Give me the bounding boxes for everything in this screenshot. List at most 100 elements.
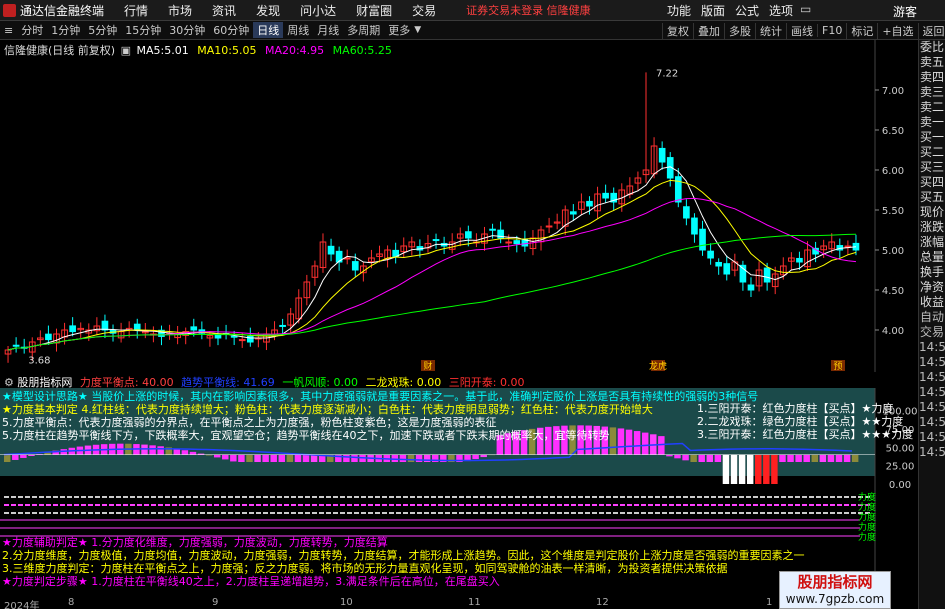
menu-jiaoyi[interactable]: 交易 bbox=[402, 2, 446, 19]
indicator-tick-label: 50.00 bbox=[886, 443, 915, 454]
period-monthly[interactable]: 月线 bbox=[313, 22, 343, 38]
kline-chart[interactable]: 7.00 6.50 6.00 5.50 5.00 4.50 4.00 7.22 3.68 财 龙虎 预 bbox=[0, 40, 918, 372]
right-panel-item[interactable]: 交易 bbox=[919, 325, 945, 340]
right-panel-item[interactable]: 买四 bbox=[919, 175, 945, 190]
signal-dot bbox=[354, 504, 359, 506]
right-panel-item[interactable]: 14:5 bbox=[919, 355, 945, 370]
period-15min[interactable]: 15分钟 bbox=[121, 22, 165, 38]
chart-area[interactable]: 信隆健康(日线 前复权) ▣ MA5:5.01 MA10:5.05 MA20:4… bbox=[0, 40, 918, 609]
right-panel-item[interactable]: 买三 bbox=[919, 160, 945, 175]
right-panel-item[interactable]: 买二 bbox=[919, 145, 945, 160]
period-1min[interactable]: 1分钟 bbox=[47, 22, 84, 38]
period-fenshi[interactable]: 分时 bbox=[17, 22, 47, 38]
right-panel-item[interactable]: 14:5 bbox=[919, 400, 945, 415]
right-panel-item[interactable]: 卖一 bbox=[919, 115, 945, 130]
menu-xuanxiang[interactable]: 选项 bbox=[764, 2, 798, 19]
back-button[interactable]: 返回 bbox=[917, 22, 945, 39]
f10-button[interactable]: F10 bbox=[817, 24, 846, 37]
biaoji-button[interactable]: 标记 bbox=[846, 22, 877, 39]
side-tag: 力度 bbox=[858, 491, 876, 503]
right-panel-item[interactable]: 现价 bbox=[919, 205, 945, 220]
period-multi[interactable]: 多周期 bbox=[343, 22, 384, 38]
right-panel-item[interactable]: 自动 bbox=[919, 310, 945, 325]
signal-dot bbox=[256, 512, 261, 514]
period-60min[interactable]: 60分钟 bbox=[209, 22, 253, 38]
period-5min[interactable]: 5分钟 bbox=[84, 22, 121, 38]
menu-gongneng[interactable]: 功能 bbox=[662, 2, 696, 19]
menu-caifuquan[interactable]: 财富圈 bbox=[346, 2, 402, 19]
bottom-note-2: 2.分力度维度，力度极值，力度均值，力度波动，力度强弱，力度转势，力度结算，才能… bbox=[2, 549, 805, 562]
candle-body bbox=[489, 228, 496, 231]
huaxian-button[interactable]: 画线 bbox=[786, 22, 817, 39]
right-panel-item[interactable]: 14:5 bbox=[919, 370, 945, 385]
right-panel-item[interactable]: 卖三 bbox=[919, 85, 945, 100]
login-status[interactable]: 证券交易未登录 信隆健康 bbox=[466, 2, 591, 18]
signal-dot bbox=[340, 504, 345, 506]
signal-dot bbox=[60, 504, 65, 506]
toolbar-menu-icon[interactable]: ≡ bbox=[0, 24, 17, 37]
menu-shichang[interactable]: 市场 bbox=[158, 2, 202, 19]
signal-dot bbox=[284, 496, 289, 498]
signal-dot bbox=[599, 496, 604, 498]
period-weekly[interactable]: 周线 bbox=[283, 22, 313, 38]
right-panel-item[interactable]: 买一 bbox=[919, 130, 945, 145]
minimize-icon[interactable]: ▭ bbox=[800, 2, 811, 16]
signal-dot bbox=[382, 504, 387, 506]
right-panel-item[interactable]: 总量 bbox=[919, 250, 945, 265]
right-panel-item[interactable]: 收益 bbox=[919, 295, 945, 310]
tongji-button[interactable]: 统计 bbox=[755, 22, 786, 39]
period-toolbar: ≡ 分时 1分钟 5分钟 15分钟 30分钟 60分钟 日线 周线 月线 多周期… bbox=[0, 21, 945, 40]
right-panel-item[interactable]: 涨幅 bbox=[919, 235, 945, 250]
signal-dot bbox=[711, 496, 716, 498]
force-bar bbox=[666, 454, 673, 457]
signal-dot bbox=[522, 496, 527, 498]
right-panel-item[interactable]: 14:5 bbox=[919, 340, 945, 355]
add-watchlist-button[interactable]: +自选 bbox=[877, 22, 917, 39]
period-30min[interactable]: 30分钟 bbox=[165, 22, 209, 38]
right-panel-item[interactable]: 14:5 bbox=[919, 415, 945, 430]
signal-dot bbox=[732, 504, 737, 506]
duogu-button[interactable]: 多股 bbox=[724, 22, 755, 39]
chevron-down-icon[interactable]: ▼ bbox=[414, 25, 421, 35]
right-panel-item[interactable]: 净资 bbox=[919, 280, 945, 295]
period-daily[interactable]: 日线 bbox=[253, 22, 284, 38]
signal-dot bbox=[361, 512, 366, 514]
signal-dot bbox=[235, 496, 240, 498]
signal-dot bbox=[193, 496, 198, 498]
right-panel-item[interactable]: 换手 bbox=[919, 265, 945, 280]
right-panel-item[interactable]: 卖二 bbox=[919, 100, 945, 115]
signal-dot bbox=[683, 496, 688, 498]
signal-dot bbox=[725, 496, 730, 498]
force-bar bbox=[819, 454, 827, 462]
signal-dot bbox=[88, 512, 93, 514]
menu-banmian[interactable]: 版面 bbox=[696, 2, 730, 19]
force-bar bbox=[286, 454, 294, 462]
period-more[interactable]: 更多 bbox=[384, 22, 414, 38]
diejia-button[interactable]: 叠加 bbox=[693, 22, 724, 39]
candle-body bbox=[101, 320, 109, 331]
signal-dot bbox=[676, 496, 681, 498]
menu-hangqing[interactable]: 行情 bbox=[114, 2, 158, 19]
right-panel-item[interactable]: 卖四 bbox=[919, 70, 945, 85]
menu-faxian[interactable]: 发现 bbox=[246, 2, 290, 19]
signal-dot bbox=[116, 512, 121, 514]
guest-label[interactable]: 游客 bbox=[893, 3, 917, 20]
right-panel-item[interactable]: 委比 bbox=[919, 40, 945, 55]
right-panel-item[interactable]: 14:5 bbox=[919, 385, 945, 400]
force-bar bbox=[690, 454, 697, 462]
right-panel-item[interactable]: 买五 bbox=[919, 190, 945, 205]
right-panel-item[interactable]: 涨跌 bbox=[919, 220, 945, 235]
menu-gongshi[interactable]: 公式 bbox=[730, 2, 764, 19]
signal-dot bbox=[186, 504, 191, 506]
menu-zixun[interactable]: 资讯 bbox=[202, 2, 246, 19]
right-panel-item[interactable]: 卖五 bbox=[919, 55, 945, 70]
signal-dot bbox=[235, 512, 240, 514]
right-panel-item[interactable]: 14:5 bbox=[919, 430, 945, 445]
app-title: 通达信金融终端 bbox=[20, 3, 105, 18]
force-bar bbox=[706, 454, 714, 462]
fuquan-button[interactable]: 复权 bbox=[662, 22, 693, 39]
right-panel-item[interactable]: 14:5 bbox=[919, 445, 945, 460]
menu-wenxiaoda[interactable]: 问小达 bbox=[290, 2, 346, 19]
signal-dot bbox=[676, 504, 681, 506]
signal-dot bbox=[333, 496, 338, 498]
